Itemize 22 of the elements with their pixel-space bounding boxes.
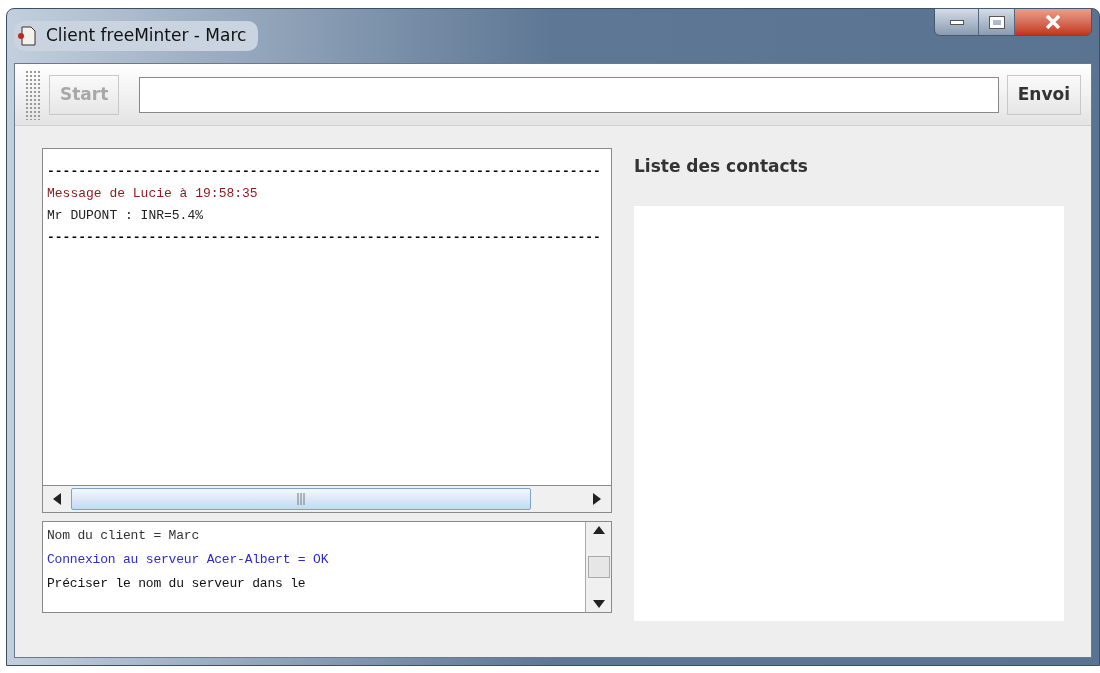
minimize-button[interactable] bbox=[935, 9, 979, 35]
message-field[interactable] bbox=[139, 76, 999, 113]
vertical-scrollbar[interactable] bbox=[585, 522, 611, 612]
message-line: Message de Lucie à 19:58:35 bbox=[47, 185, 258, 203]
message-line: Mr DUPONT : INR=5.4% bbox=[47, 207, 204, 225]
message-line: ----------------------------------------------------------------------- bbox=[47, 163, 601, 181]
log-line: Connexion au serveur Acer-Albert = OK bbox=[47, 551, 329, 569]
message-line: ----------------------------------------------------------------------- bbox=[47, 229, 601, 247]
scrollbar-thumb[interactable] bbox=[587, 556, 610, 578]
contacts-title: Liste des contacts bbox=[634, 155, 809, 178]
maximize-button[interactable] bbox=[979, 9, 1015, 35]
horizontal-scrollbar[interactable] bbox=[42, 485, 612, 513]
close-button[interactable] bbox=[1015, 9, 1091, 35]
close-icon bbox=[1045, 15, 1061, 29]
up-arrow-icon[interactable] bbox=[592, 526, 605, 534]
log-line: Nom du client = Marc bbox=[47, 527, 200, 545]
document-icon bbox=[16, 25, 38, 47]
send-button[interactable]: Envoi bbox=[1006, 74, 1081, 115]
scrollbar-thumb[interactable] bbox=[71, 488, 531, 510]
down-arrow-icon[interactable] bbox=[592, 600, 605, 608]
window-title: Client freeMinter - Marc bbox=[46, 24, 247, 48]
log-line: Préciser le nom du serveur dans le bbox=[47, 575, 306, 593]
